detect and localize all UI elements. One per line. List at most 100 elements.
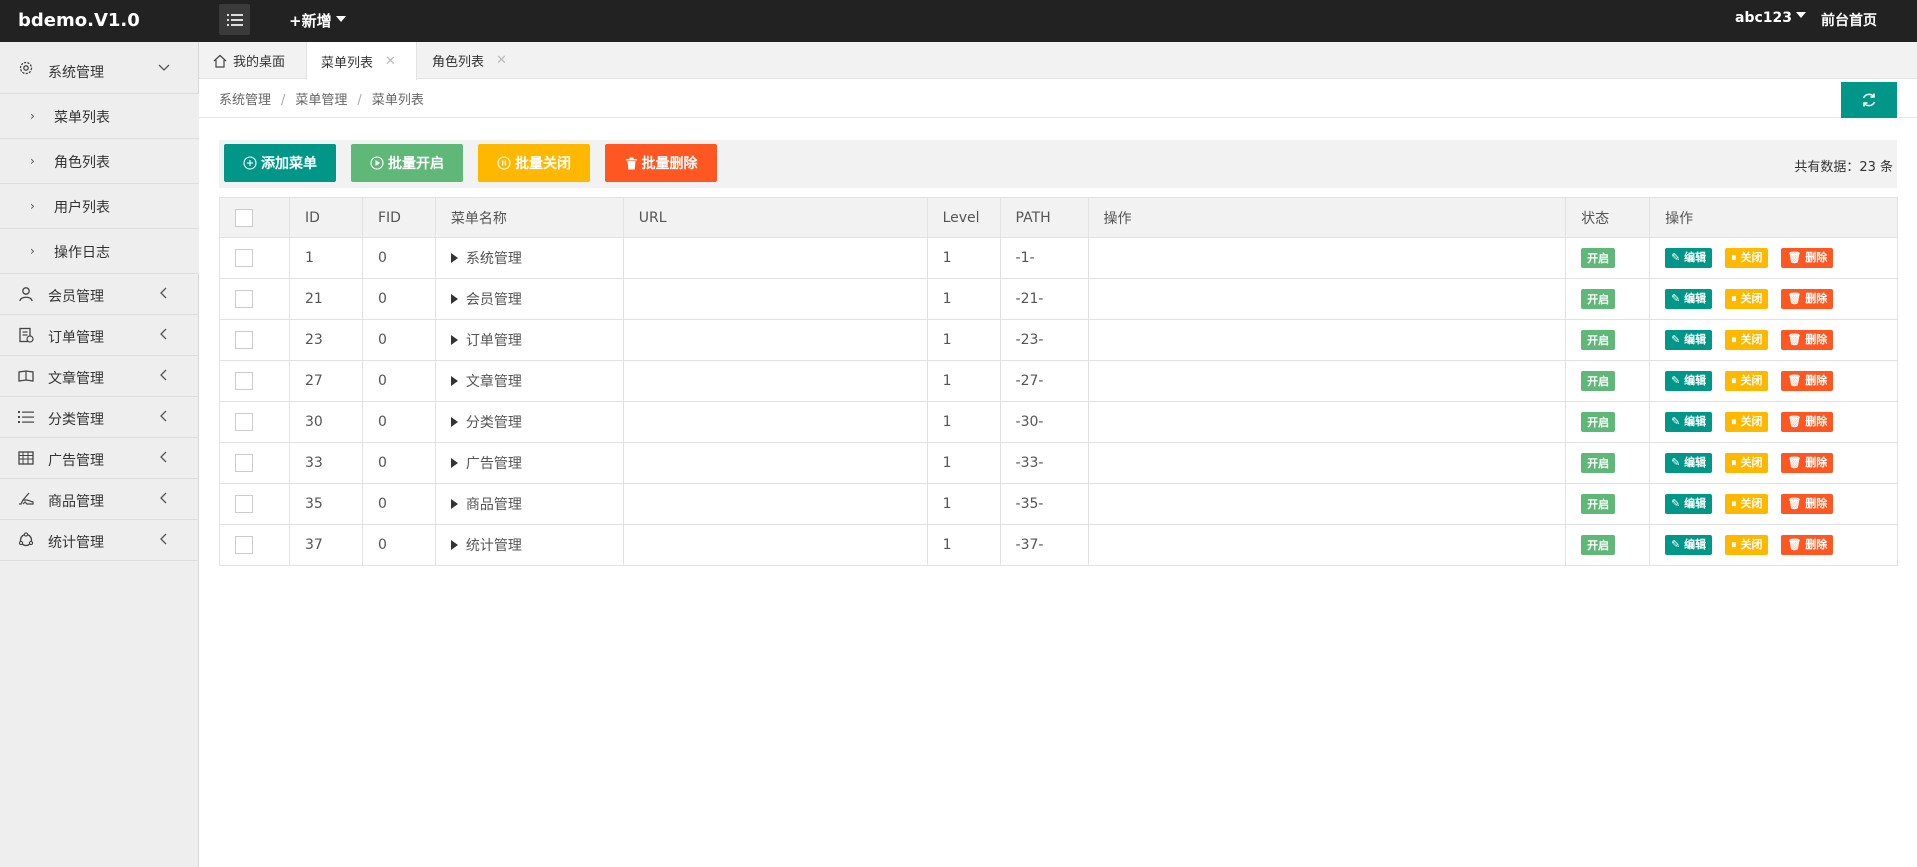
button-label: 删除 xyxy=(1805,292,1828,305)
sidebar-item-operation-log[interactable]: › 操作日志 xyxy=(0,229,199,274)
row-checkbox[interactable] xyxy=(235,331,253,349)
menu-toggle-button[interactable] xyxy=(219,4,250,35)
status-badge[interactable]: 开启 xyxy=(1581,453,1616,473)
delete-button[interactable]: 🗑 删除 xyxy=(1781,535,1834,555)
row-checkbox[interactable] xyxy=(235,413,253,431)
delete-button[interactable]: 🗑 删除 xyxy=(1781,330,1834,350)
sidebar-item-categories[interactable]: 分类管理 xyxy=(0,397,199,438)
row-checkbox[interactable] xyxy=(235,454,253,472)
name-cell[interactable]: 广告管理 xyxy=(434,442,624,484)
delete-button[interactable]: 🗑 删除 xyxy=(1781,289,1834,309)
close-button[interactable]: ⏸ 关闭 xyxy=(1725,371,1769,391)
sidebar-item-products[interactable]: 商品管理 xyxy=(0,479,199,520)
expand-arrow-icon[interactable] xyxy=(450,335,458,345)
list-icon xyxy=(226,13,243,26)
name-cell[interactable]: 商品管理 xyxy=(434,483,624,525)
edit-button[interactable]: ✎ 编辑 xyxy=(1665,453,1713,473)
row-checkbox[interactable] xyxy=(235,536,253,554)
fid-cell: 0 xyxy=(361,319,436,361)
edit-button[interactable]: ✎ 编辑 xyxy=(1665,371,1713,391)
menu-name: 商品管理 xyxy=(465,497,522,513)
tab-menu-list[interactable]: 菜单列表 ✕ xyxy=(306,42,417,80)
status-badge[interactable]: 开启 xyxy=(1581,371,1616,391)
expand-arrow-icon[interactable] xyxy=(450,294,458,304)
status-badge[interactable]: 开启 xyxy=(1581,535,1616,555)
refresh-button[interactable] xyxy=(1841,82,1897,118)
close-button[interactable]: ⏸ 关闭 xyxy=(1725,453,1769,473)
edit-button[interactable]: ✎ 编辑 xyxy=(1665,412,1713,432)
add-menu-button[interactable]: 添加菜单 xyxy=(224,144,336,182)
expand-arrow-icon[interactable] xyxy=(450,499,458,509)
status-badge[interactable]: 开启 xyxy=(1581,494,1616,514)
path-cell: -30- xyxy=(999,401,1089,443)
tab-role-list[interactable]: 角色列表 ✕ xyxy=(432,42,507,79)
close-icon[interactable]: ✕ xyxy=(496,53,507,68)
expand-arrow-icon[interactable] xyxy=(450,540,458,550)
total-count: 共有数据：23 条 xyxy=(1794,160,1893,175)
name-cell[interactable]: 会员管理 xyxy=(434,278,624,320)
close-button[interactable]: ⏸ 关闭 xyxy=(1725,412,1769,432)
row-checkbox[interactable] xyxy=(235,495,253,513)
status-badge[interactable]: 开启 xyxy=(1581,248,1616,268)
delete-button[interactable]: 🗑 删除 xyxy=(1781,371,1834,391)
batch-open-button[interactable]: 批量开启 xyxy=(351,144,463,182)
expand-arrow-icon[interactable] xyxy=(450,253,458,263)
actions-cell: ✎ 编辑 ⏸ 关闭 🗑 删除 xyxy=(1649,483,1898,525)
delete-button[interactable]: 🗑 删除 xyxy=(1781,494,1834,514)
status-badge[interactable]: 开启 xyxy=(1581,330,1616,350)
sidebar-item-ads[interactable]: 广告管理 xyxy=(0,438,199,479)
row-checkbox[interactable] xyxy=(235,290,253,308)
name-cell[interactable]: 系统管理 xyxy=(434,237,624,279)
edit-button[interactable]: ✎ 编辑 xyxy=(1665,494,1713,514)
sidebar-item-system[interactable]: 系统管理 xyxy=(0,42,199,94)
tab-my-desktop[interactable]: 我的桌面 xyxy=(213,42,285,79)
path-cell: -27- xyxy=(999,360,1089,402)
sidebar-item-articles[interactable]: 文章管理 xyxy=(0,356,199,397)
delete-button[interactable]: 🗑 删除 xyxy=(1781,453,1834,473)
button-label: 编辑 xyxy=(1684,333,1707,346)
expand-arrow-icon[interactable] xyxy=(450,376,458,386)
status-badge[interactable]: 开启 xyxy=(1581,289,1616,309)
name-cell[interactable]: 订单管理 xyxy=(434,319,624,361)
edit-button[interactable]: ✎ 编辑 xyxy=(1665,535,1713,555)
batch-delete-button[interactable]: 批量删除 xyxy=(605,144,717,182)
edit-button[interactable]: ✎ 编辑 xyxy=(1665,289,1713,309)
delete-button[interactable]: 🗑 删除 xyxy=(1781,412,1834,432)
close-button[interactable]: ⏸ 关闭 xyxy=(1725,248,1769,268)
close-button[interactable]: ⏸ 关闭 xyxy=(1725,330,1769,350)
delete-button[interactable]: 🗑 删除 xyxy=(1781,248,1834,268)
frontend-home-link[interactable]: 前台首页 xyxy=(1821,10,1877,30)
expand-arrow-icon[interactable] xyxy=(450,417,458,427)
status-cell: 开启 xyxy=(1565,360,1651,402)
close-button[interactable]: ⏸ 关闭 xyxy=(1725,494,1769,514)
user-dropdown[interactable]: abc123 xyxy=(1735,10,1806,26)
status-badge[interactable]: 开启 xyxy=(1581,412,1616,432)
button-label: 关闭 xyxy=(1740,292,1763,305)
name-cell[interactable]: 分类管理 xyxy=(434,401,624,443)
actions-cell: ✎ 编辑 ⏸ 关闭 🗑 删除 xyxy=(1649,524,1898,566)
row-checkbox[interactable] xyxy=(235,372,253,390)
sidebar-item-members[interactable]: 会员管理 xyxy=(0,274,199,315)
name-cell[interactable]: 文章管理 xyxy=(434,360,624,402)
sidebar-item-role-list[interactable]: › 角色列表 xyxy=(0,139,199,184)
edit-button[interactable]: ✎ 编辑 xyxy=(1665,248,1713,268)
edit-button[interactable]: ✎ 编辑 xyxy=(1665,330,1713,350)
close-button[interactable]: ⏸ 关闭 xyxy=(1725,289,1769,309)
fid-cell: 0 xyxy=(361,442,436,484)
close-button[interactable]: ⏸ 关闭 xyxy=(1725,535,1769,555)
select-all-checkbox[interactable] xyxy=(235,208,253,227)
expand-arrow-icon[interactable] xyxy=(450,458,458,468)
add-new-dropdown[interactable]: +新增 xyxy=(289,10,346,31)
sidebar-item-menu-list[interactable]: › 菜单列表 xyxy=(0,94,199,139)
sidebar-item-user-list[interactable]: › 用户列表 xyxy=(0,184,199,229)
breadcrumb-item[interactable]: 菜单管理 xyxy=(295,93,347,108)
sidebar-item-orders[interactable]: 订单管理 xyxy=(0,315,199,356)
name-cell[interactable]: 统计管理 xyxy=(434,524,624,566)
url-cell xyxy=(622,278,928,320)
close-icon[interactable]: ✕ xyxy=(385,54,396,69)
batch-close-button[interactable]: 批量关闭 xyxy=(478,144,590,182)
sidebar-item-statistics[interactable]: 统计管理 xyxy=(0,520,199,561)
button-label: 编辑 xyxy=(1684,292,1707,305)
breadcrumb-item[interactable]: 系统管理 xyxy=(219,93,271,108)
row-checkbox[interactable] xyxy=(235,249,253,267)
